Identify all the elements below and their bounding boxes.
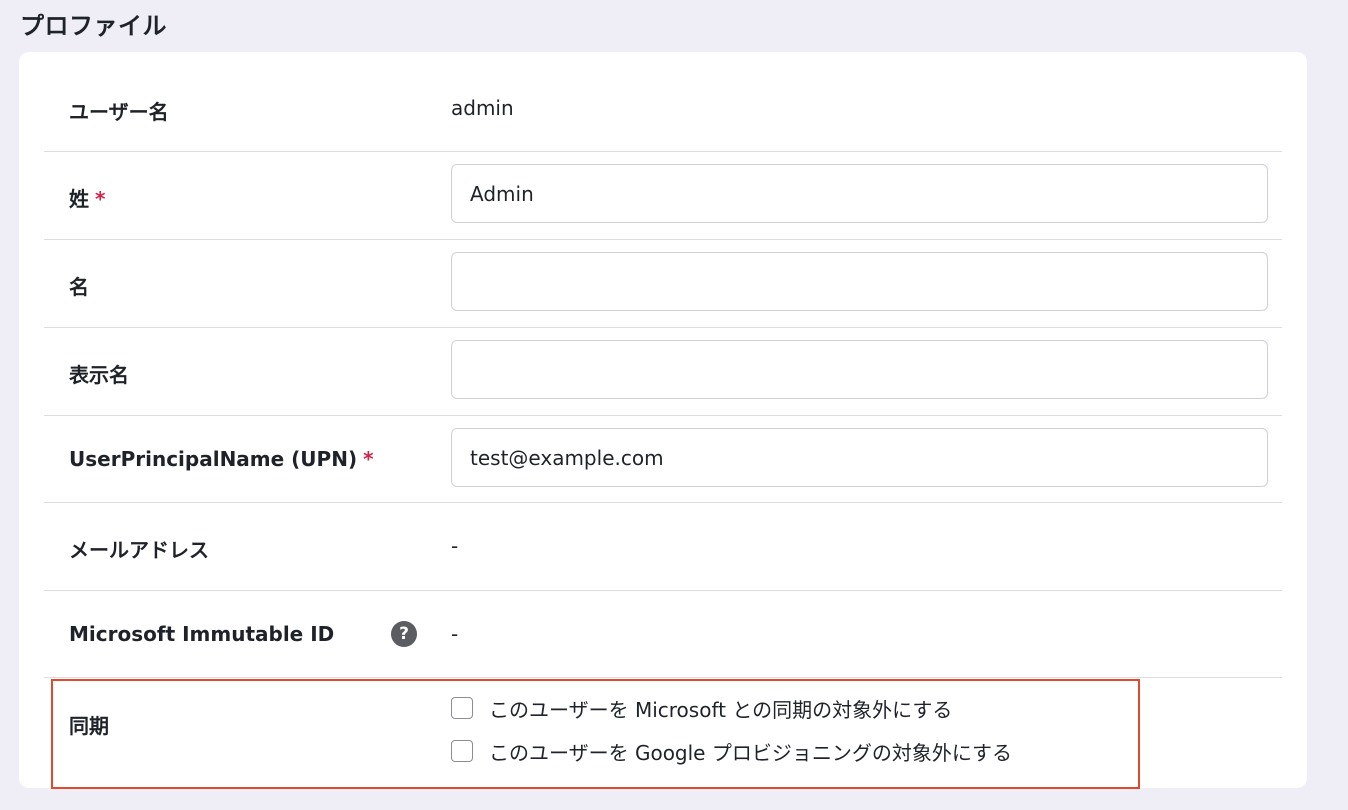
immutable-id-value: - (451, 622, 459, 646)
last-name-input[interactable] (451, 164, 1268, 223)
last-name-row: 姓 * (44, 152, 1282, 240)
username-label: ユーザー名 (69, 100, 169, 124)
username-row: ユーザー名 admin (44, 52, 1282, 152)
first-name-label: 名 (69, 275, 89, 299)
email-value: - (451, 534, 459, 558)
sync-option-google[interactable]: このユーザーを Google プロビジョニングの対象外にする (451, 737, 1012, 766)
profile-card: ユーザー名 admin 姓* 名 表示名 UserPrincipalName (… (19, 52, 1307, 788)
microsoft-sync-label[interactable]: このユーザーを Microsoft との同期の対象外にする (489, 694, 952, 723)
email-label: メールアドレス (69, 538, 209, 562)
display-name-row: 表示名 (44, 328, 1282, 416)
upn-input[interactable] (451, 428, 1268, 487)
required-mark: * (95, 187, 106, 211)
email-row: メールアドレス - (44, 503, 1282, 591)
google-provisioning-checkbox[interactable] (451, 740, 473, 762)
immutable-id-label: Microsoft Immutable ID (69, 622, 335, 646)
upn-label: UserPrincipalName (UPN) * (69, 447, 374, 471)
question-circle-icon[interactable]: ? (391, 621, 417, 647)
display-name-label: 表示名 (69, 363, 129, 387)
page-title: プロファイル (20, 12, 167, 40)
sync-option-microsoft[interactable]: このユーザーを Microsoft との同期の対象外にする (451, 694, 952, 723)
last-name-label: 姓 * (69, 187, 106, 211)
username-value: admin (451, 96, 514, 120)
first-name-input[interactable] (451, 252, 1268, 311)
upn-row: UserPrincipalName (UPN) * (44, 416, 1282, 503)
required-mark: * (363, 447, 374, 471)
microsoft-sync-checkbox[interactable] (451, 697, 473, 719)
first-name-row: 名 (44, 240, 1282, 328)
immutable-id-row: Microsoft Immutable ID ? - (44, 591, 1282, 678)
display-name-input[interactable] (451, 340, 1268, 399)
google-provisioning-label[interactable]: このユーザーを Google プロビジョニングの対象外にする (489, 737, 1012, 766)
